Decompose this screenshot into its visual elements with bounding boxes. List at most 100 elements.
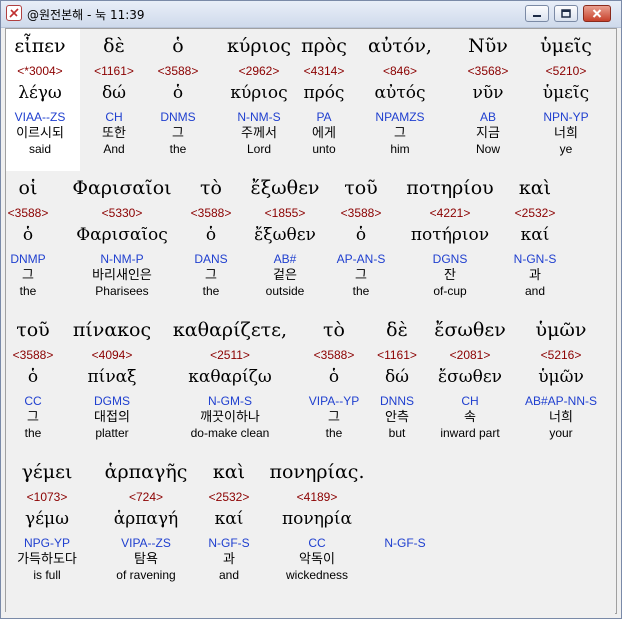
strong-number[interactable]: <5216> — [541, 348, 582, 363]
korean-gloss: 과 — [529, 268, 541, 283]
word-cell[interactable]: ἔσωθεν <2081> ἔσωθεν CH 속 inward part — [434, 313, 506, 441]
maximize-button[interactable] — [554, 5, 578, 22]
word-cell[interactable]: πονηρίας. <4189> πονηρία CC 악독이 wickedne… — [270, 455, 365, 583]
strong-number[interactable]: <2511> — [210, 348, 250, 363]
english-gloss: the — [202, 284, 220, 298]
word-cell[interactable]: N-GF-S — [384, 455, 425, 583]
strong-number[interactable]: <3588> — [341, 206, 382, 221]
strong-number[interactable]: <5210> — [546, 64, 587, 79]
strong-number[interactable]: <2532> — [515, 206, 556, 221]
parse-code: N-GN-S — [513, 252, 557, 266]
parse-code: VIPA--ZS — [121, 536, 171, 550]
strong-number[interactable]: <5330> — [102, 206, 143, 221]
lemma: ὁ — [27, 367, 39, 387]
word-cell[interactable]: οἱ <3588> ὁ DNMP 그 the — [8, 171, 49, 299]
english-gloss: the — [352, 284, 370, 298]
strong-number[interactable]: <4221> — [430, 206, 471, 221]
english-gloss: Lord — [246, 142, 272, 156]
strong-number[interactable]: <*3004> — [17, 64, 62, 79]
strong-number[interactable]: <4189> — [297, 490, 338, 505]
strong-number[interactable]: <2532> — [209, 490, 250, 505]
word-cell[interactable]: ὑμεῖς <5210> ὑμεῖς NPN-YP 너희 ye — [540, 29, 592, 157]
parse-code: NPG-YP — [23, 536, 70, 550]
strong-number[interactable]: <3588> — [158, 64, 199, 79]
strong-number[interactable]: <2962> — [239, 64, 280, 79]
word-cell[interactable]: τὸ <3588> ὁ DANS 그 the — [191, 171, 232, 299]
word-cell[interactable]: ἔξωθεν <1855> ἔξωθεν AB# 겉은 outside — [251, 171, 320, 299]
strong-number[interactable]: <3568> — [468, 64, 509, 79]
strong-number[interactable]: <4314> — [304, 64, 345, 79]
strong-number[interactable]: <1855> — [265, 206, 306, 221]
word-cell[interactable]: ἁρπαγῆς <724> ἁρπαγή VIPA--ZS 탐욕 of rave… — [105, 455, 188, 583]
greek-word: ἔξωθεν — [250, 177, 320, 199]
word-cell[interactable]: ὁ <3588> ὁ DNMS 그 the — [158, 29, 199, 157]
strong-number[interactable]: <3588> — [8, 206, 49, 221]
korean-gloss: 에게 — [312, 126, 336, 141]
english-gloss: and — [218, 568, 240, 582]
greek-word: εἶπεν — [14, 35, 66, 57]
english-gloss: Now — [475, 142, 500, 156]
korean-gloss: 가득하도다 — [17, 552, 77, 567]
interlinear-pane[interactable]: εἶπεν <*3004> λέγω VIAA--ZS 이르시되 said δὲ… — [5, 28, 617, 614]
korean-gloss: 대접의 — [94, 410, 130, 425]
parse-code: CC — [308, 536, 326, 550]
word-cell[interactable]: πρὸς <4314> πρός PA 에게 unto — [301, 29, 347, 157]
strong-number[interactable]: <724> — [129, 490, 163, 505]
strong-number[interactable]: <3588> — [13, 348, 54, 363]
strong-number[interactable]: <2081> — [450, 348, 491, 363]
title-bar[interactable]: @원전본해 - 눅 11:39 — [1, 1, 621, 28]
greek-word: Νῦν — [468, 35, 508, 57]
korean-gloss: 그 — [22, 268, 34, 283]
greek-word: πίνακος — [72, 319, 152, 341]
parse-code: N-GF-S — [384, 536, 426, 550]
strong-number[interactable]: <1161> — [94, 64, 134, 79]
word-cell[interactable]: τοῦ <3588> ὁ AP-AN-S 그 the — [337, 171, 386, 299]
greek-word: τὸ — [323, 319, 345, 341]
greek-word: δὲ — [103, 35, 125, 57]
word-cell[interactable]: γέμει <1073> γέμω NPG-YP 가득하도다 is full — [17, 455, 77, 583]
word-cell[interactable]: Φαρισαῖοι <5330> Φαρισαῖος N-NM-P 바리새인은 … — [72, 171, 171, 299]
word-cell[interactable]: καθαρίζετε, <2511> καθαρίζω N-GM-S 깨끗이하나… — [173, 313, 287, 441]
close-button[interactable] — [583, 5, 611, 22]
word-cell[interactable]: ὑμῶν <5216> ὑμῶν AB#AP-NN-S 너희 your — [525, 313, 597, 441]
greek-word: οἱ — [18, 177, 38, 199]
strong-number[interactable]: <3588> — [191, 206, 232, 221]
word-cell[interactable]: εἶπεν <*3004> λέγω VIAA--ZS 이르시되 said — [14, 29, 65, 157]
korean-gloss: 지금 — [476, 126, 500, 141]
word-cell[interactable]: πίνακος <4094> πίναξ DGMS 대접의 platter — [73, 313, 151, 441]
word-cell[interactable]: τὸ <3588> ὁ VIPA--YP 그 the — [309, 313, 359, 441]
parse-code: N-NM-P — [100, 252, 144, 266]
app-icon[interactable] — [6, 5, 22, 21]
word-cell[interactable]: καὶ <2532> καί N-GF-S 과 and — [208, 455, 249, 583]
lemma: καί — [214, 509, 244, 529]
strong-number[interactable]: <3588> — [314, 348, 355, 363]
word-cell[interactable]: κύριος <2962> κύριος N-NM-S 주께서 Lord — [227, 29, 291, 157]
strong-number[interactable]: <846> — [383, 64, 417, 79]
word-cell[interactable]: αὐτόν, <846> αὐτός NPAMZS 그 him — [368, 29, 432, 157]
parse-code: DNMS — [160, 110, 196, 124]
word-cell[interactable]: Νῦν <3568> νῦν AB 지금 Now — [468, 29, 509, 157]
korean-gloss: 악독이 — [299, 552, 335, 567]
parse-code: CH — [105, 110, 123, 124]
word-cell[interactable]: δὲ <1161> δώ DNNS 안측 but — [377, 313, 417, 441]
word-cell[interactable]: καὶ <2532> καί N-GN-S 과 and — [514, 171, 557, 299]
korean-gloss: 속 — [464, 410, 476, 425]
lemma: κύριος — [230, 83, 288, 103]
korean-gloss: 깨끗이하나 — [200, 410, 260, 425]
greek-word: ἔσωθεν — [434, 319, 506, 341]
strong-number[interactable]: <1161> — [377, 348, 417, 363]
korean-gloss: 주께서 — [241, 126, 277, 141]
lemma: ὁ — [172, 83, 184, 103]
word-cell[interactable]: τοῦ <3588> ὁ CC 그 the — [13, 313, 54, 441]
lemma: ὁ — [22, 225, 34, 245]
minimize-button[interactable] — [525, 5, 549, 22]
korean-gloss: 이르시되 — [16, 126, 64, 141]
word-cell[interactable]: δὲ <1161> δώ CH 또한 And — [94, 29, 134, 157]
strong-number[interactable]: <1073> — [27, 490, 68, 505]
strong-number[interactable]: <4094> — [92, 348, 133, 363]
word-cell[interactable]: ποτηρίου <4221> ποτήριον DGNS 잔 of-cup — [406, 171, 493, 299]
window-bottom-edge — [5, 612, 615, 616]
korean-gloss: 탐욕 — [134, 552, 158, 567]
lemma: δώ — [384, 367, 410, 387]
korean-gloss: 그 — [205, 268, 217, 283]
